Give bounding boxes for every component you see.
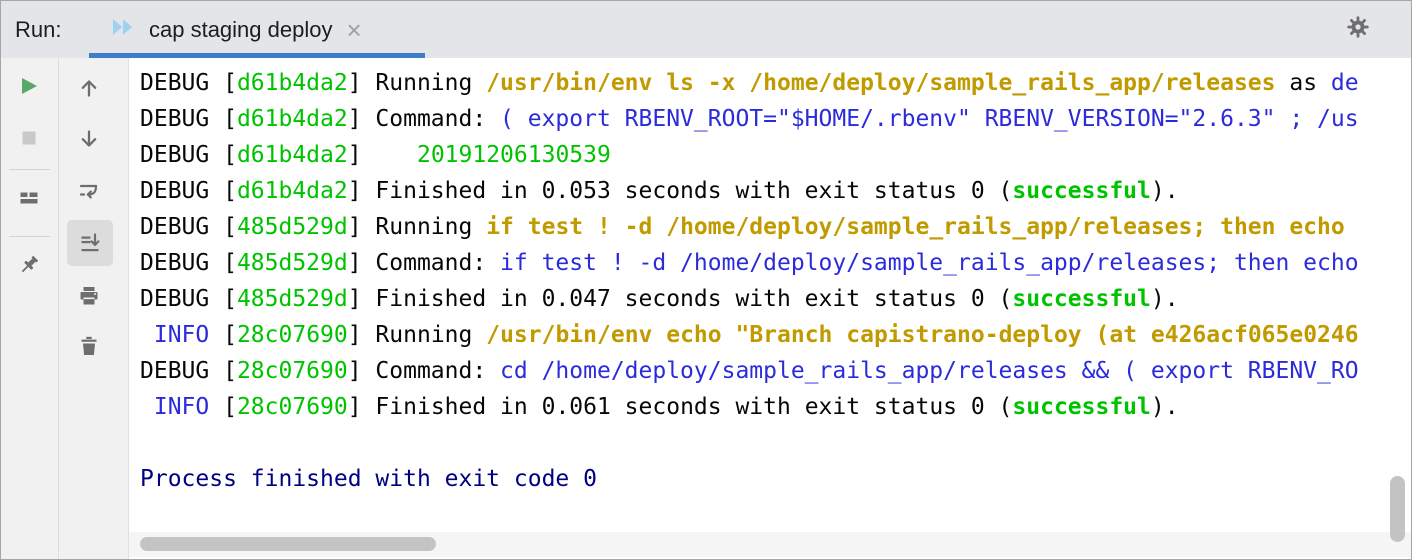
console-line: INFO [28c07690] Running /usr/bin/env ech… bbox=[153, 322, 1359, 348]
console-line: INFO [28c07690] Finished in 0.061 second… bbox=[153, 394, 1179, 420]
horizontal-scrollbar-track[interactable] bbox=[129, 532, 1411, 557]
console-line: DEBUG [d61b4da2] Running /usr/bin/env ls… bbox=[140, 70, 1359, 96]
printer-icon bbox=[80, 287, 98, 305]
arrow-down-icon bbox=[81, 130, 97, 147]
soft-wrap-button[interactable] bbox=[75, 177, 103, 205]
console-line: DEBUG [d61b4da2] Command: ( export RBENV… bbox=[140, 106, 1359, 132]
scroll-to-end-icon bbox=[81, 233, 100, 252]
horizontal-scrollbar-thumb[interactable] bbox=[140, 537, 436, 551]
console-line: DEBUG [d61b4da2] Finished in 0.053 secon… bbox=[140, 178, 1179, 204]
console-line: DEBUG [28c07690] Command: cd /home/deplo… bbox=[140, 358, 1359, 384]
console-line: DEBUG [485d529d] Command: if test ! -d /… bbox=[140, 250, 1359, 276]
rerun-tab-icon bbox=[111, 16, 137, 43]
prev-occurrence-button[interactable] bbox=[75, 74, 103, 102]
toolbar bbox=[1, 58, 129, 559]
console-line: DEBUG [d61b4da2] 20191206130539 bbox=[140, 142, 611, 168]
pin-tab-button[interactable] bbox=[15, 251, 43, 279]
scroll-to-end-button[interactable] bbox=[67, 220, 113, 266]
console-panel: DEBUG [d61b4da2] Running /usr/bin/env ls… bbox=[129, 58, 1411, 559]
restore-layout-button[interactable] bbox=[15, 184, 43, 212]
settings-gear-icon[interactable] bbox=[1345, 14, 1371, 45]
console-output: DEBUG [d61b4da2] Running /usr/bin/env ls… bbox=[140, 65, 1359, 497]
arrow-up-icon bbox=[81, 80, 97, 97]
close-tab-icon[interactable]: × bbox=[346, 17, 361, 43]
tab-label: cap staging deploy bbox=[149, 16, 333, 42]
console-line: DEBUG [485d529d] Finished in 0.047 secon… bbox=[140, 286, 1179, 312]
trash-icon bbox=[81, 336, 97, 355]
next-occurrence-button[interactable] bbox=[75, 125, 103, 153]
stop-button bbox=[15, 124, 43, 152]
vertical-scrollbar-thumb[interactable] bbox=[1390, 476, 1405, 542]
run-toolwindow-body: DEBUG [d61b4da2] Running /usr/bin/env ls… bbox=[1, 58, 1411, 559]
toolbar-divider bbox=[9, 169, 50, 170]
run-label: Run: bbox=[15, 17, 62, 42]
print-button[interactable] bbox=[75, 282, 103, 310]
toolbar-divider bbox=[9, 236, 50, 237]
clear-all-button[interactable] bbox=[75, 332, 103, 360]
tab-cap-staging-deploy[interactable]: cap staging deploy × bbox=[89, 1, 425, 58]
run-toolwindow-header: Run: cap staging deploy × bbox=[1, 1, 1411, 58]
play-icon bbox=[22, 78, 37, 94]
console-line: DEBUG [485d529d] Running if test ! -d /h… bbox=[140, 214, 1345, 240]
toolbar-column-separator bbox=[58, 58, 59, 559]
rerun-button[interactable] bbox=[15, 72, 43, 100]
stop-icon bbox=[22, 131, 36, 145]
console-line: Process finished with exit code 0 bbox=[140, 466, 597, 492]
soft-wrap-icon bbox=[79, 184, 98, 199]
pin-icon bbox=[21, 255, 39, 273]
restore-layout-icon bbox=[20, 192, 38, 204]
run-tool-window: Run: cap staging deploy × DEBUG [d61b4da… bbox=[0, 0, 1412, 560]
